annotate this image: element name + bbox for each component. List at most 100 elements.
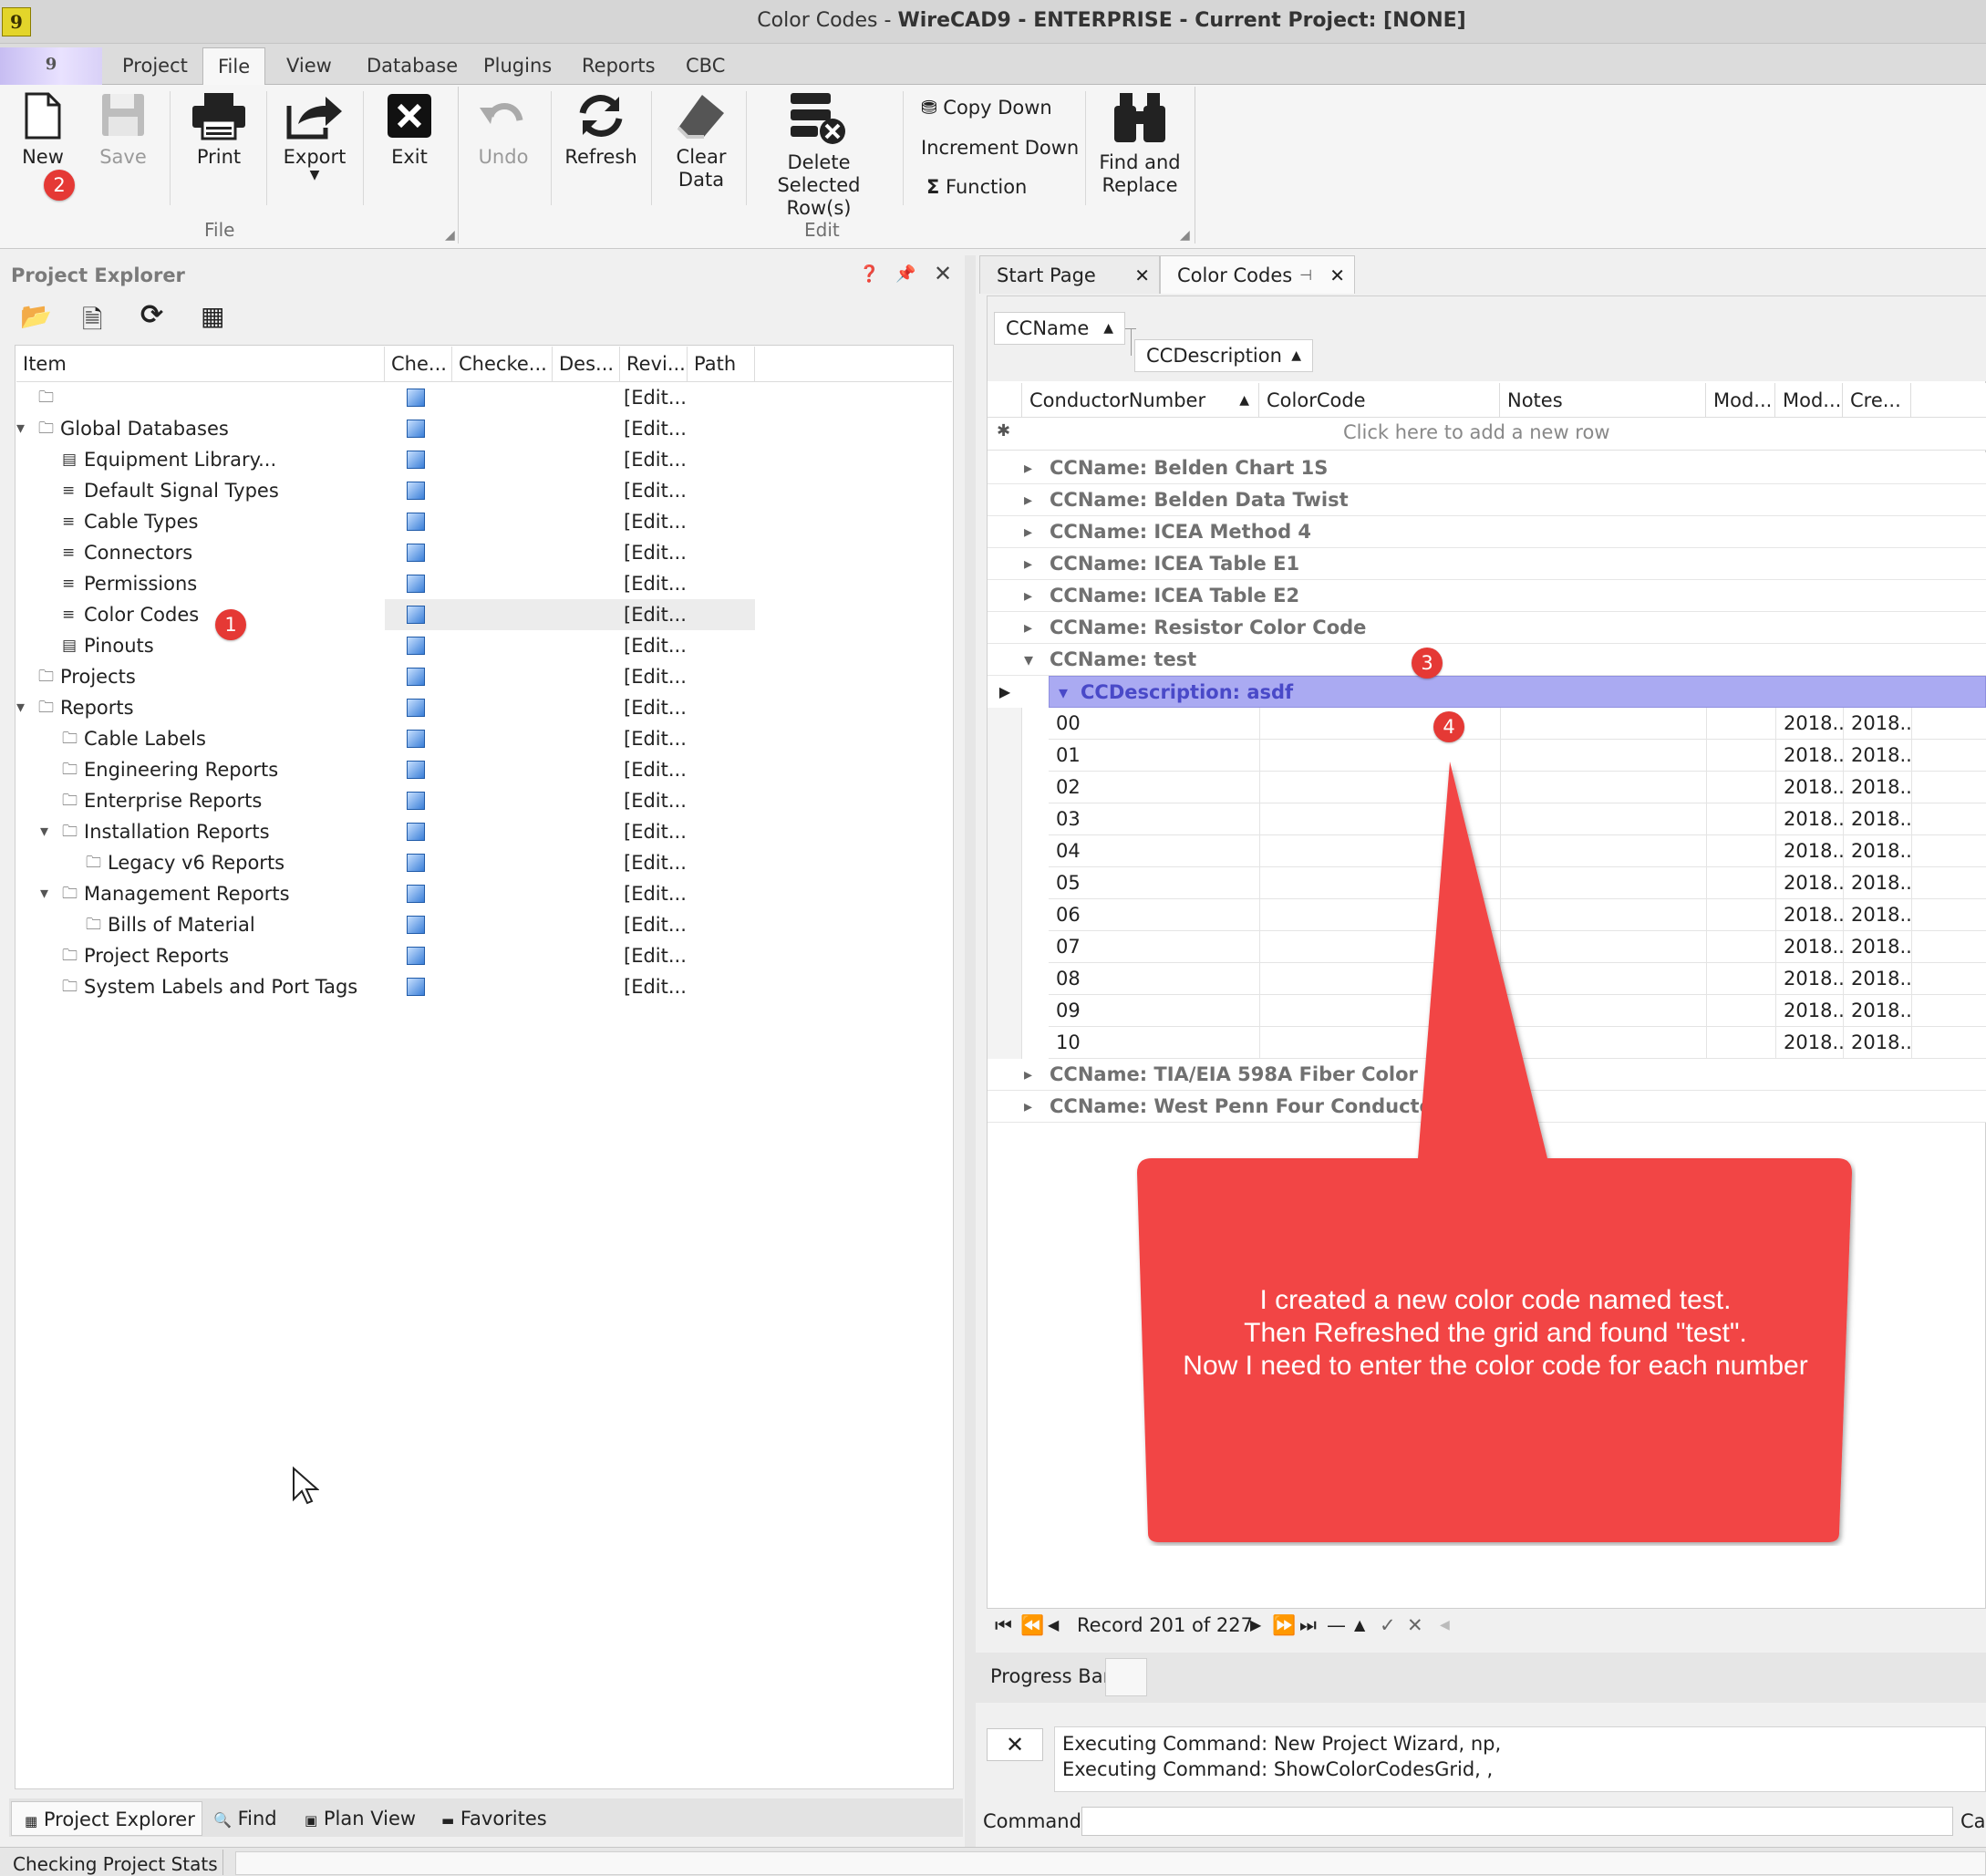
- checked-out-checkbox[interactable]: [407, 482, 425, 500]
- file-group-launcher-icon[interactable]: ◢: [445, 228, 455, 243]
- expand-group-icon[interactable]: ▸: [1024, 548, 1032, 580]
- refresh-button[interactable]: Refresh: [560, 91, 642, 169]
- command-call-button[interactable]: Cal: [1960, 1810, 1986, 1832]
- checked-out-checkbox[interactable]: [407, 513, 425, 531]
- checked-out-checkbox[interactable]: [407, 637, 425, 655]
- group-row[interactable]: ▸ CCName: Belden Data Twist: [988, 484, 1986, 516]
- nav-prev-icon[interactable]: ◀: [1048, 1607, 1059, 1643]
- exit-button[interactable]: Exit: [378, 91, 441, 169]
- checked-out-checkbox[interactable]: [407, 575, 425, 593]
- tree-row[interactable]: 🗀 Engineering Reports [Edit...: [16, 754, 837, 785]
- group-chip-ccname[interactable]: CCName ▲: [994, 312, 1125, 345]
- revision-edit-link[interactable]: [Edit...: [624, 723, 687, 754]
- cell-modified-date[interactable]: 2018...: [1776, 708, 1844, 740]
- revision-edit-link[interactable]: [Edit...: [624, 692, 687, 723]
- copy-down-button[interactable]: ⛃ Copy Down: [921, 97, 1052, 119]
- revision-edit-link[interactable]: [Edit...: [624, 661, 687, 692]
- tab-plugins[interactable]: Plugins: [469, 47, 566, 86]
- grid-data-row[interactable]: 00 2018...2018...: [1049, 708, 1986, 740]
- revision-edit-link[interactable]: [Edit...: [624, 816, 687, 847]
- collapse-group-icon[interactable]: ▾: [1024, 644, 1033, 676]
- revision-edit-link[interactable]: [Edit...: [624, 568, 687, 599]
- edit-group-launcher-icon[interactable]: ◢: [1180, 228, 1190, 243]
- group-row[interactable]: ▸ CCName: ICEA Table E1: [988, 548, 1986, 580]
- tree-row[interactable]: 🗀 [Edit...: [16, 382, 837, 413]
- revision-edit-link[interactable]: [Edit...: [624, 940, 687, 971]
- checked-out-checkbox[interactable]: [407, 823, 425, 841]
- tab-pin-icon[interactable]: ⊣: [1299, 256, 1312, 295]
- revision-edit-link[interactable]: [Edit...: [624, 413, 687, 444]
- tree-row[interactable]: 🗀 Enterprise Reports [Edit...: [16, 785, 837, 816]
- tree-row[interactable]: 🗀 Legacy v6 Reports [Edit...: [16, 847, 837, 878]
- splitter[interactable]: [965, 255, 976, 1847]
- tree-row[interactable]: 🗀 Project Reports [Edit...: [16, 940, 837, 971]
- expand-group-icon[interactable]: ▸: [1024, 484, 1032, 516]
- tab-start-page[interactable]: Start Page ✕: [979, 255, 1160, 294]
- col-header-path[interactable]: Path: [688, 347, 755, 381]
- tab-database[interactable]: Database: [352, 47, 472, 86]
- tree-row[interactable]: 🗀 System Labels and Port Tags [Edit...: [16, 971, 837, 1002]
- cell-color-code[interactable]: [1260, 708, 1501, 740]
- nav-prev-page-icon[interactable]: ⏪: [1020, 1607, 1044, 1643]
- tree-row[interactable]: ≡ Cable Types [Edit...: [16, 506, 837, 537]
- checked-out-checkbox[interactable]: [407, 885, 425, 903]
- tab-reports[interactable]: Reports: [567, 47, 670, 86]
- expand-group-icon[interactable]: ▸: [1024, 516, 1032, 548]
- tree-row[interactable]: ▤ Equipment Library... [Edit...: [16, 444, 837, 475]
- tab-cbc[interactable]: CBC: [671, 47, 740, 86]
- revision-edit-link[interactable]: [Edit...: [624, 599, 687, 630]
- col-header-item[interactable]: Item: [16, 347, 385, 381]
- export-button[interactable]: Export ▼: [274, 91, 356, 181]
- command-input[interactable]: [1081, 1807, 1953, 1836]
- group-row[interactable]: ▾ CCDescription: asdf: [1049, 676, 1986, 708]
- col-header-conductor-number[interactable]: ConductorNumber ▲: [1022, 383, 1259, 418]
- checked-out-checkbox[interactable]: [407, 451, 425, 469]
- expand-group-icon[interactable]: ▸: [1024, 1091, 1032, 1123]
- help-icon[interactable]: ❓: [859, 264, 879, 284]
- expand-toggle-icon[interactable]: ▾: [16, 413, 25, 444]
- revision-edit-link[interactable]: [Edit...: [624, 475, 687, 506]
- tab-favorites[interactable]: ▬ Favorites: [441, 1801, 547, 1836]
- import-icon[interactable]: 🗎: [82, 301, 103, 345]
- nav-next-page-icon[interactable]: ⏩: [1272, 1607, 1296, 1643]
- group-row[interactable]: ▸ CCName: Belden Chart 1S: [988, 452, 1986, 484]
- nav-accept-icon[interactable]: ✓: [1380, 1607, 1396, 1643]
- tab-view[interactable]: View: [272, 47, 347, 86]
- tab-file[interactable]: File: [202, 47, 266, 86]
- checked-out-checkbox[interactable]: [407, 544, 425, 562]
- tab-project[interactable]: Project: [108, 47, 202, 86]
- checked-out-checkbox[interactable]: [407, 730, 425, 748]
- tree-row[interactable]: ≡ Color Codes [Edit...: [16, 599, 837, 630]
- nav-next-icon[interactable]: ▶: [1250, 1607, 1261, 1643]
- nav-delete-icon[interactable]: —: [1327, 1607, 1346, 1643]
- expand-toggle-icon[interactable]: ▾: [40, 878, 48, 909]
- revision-edit-link[interactable]: [Edit...: [624, 506, 687, 537]
- increment-down-button[interactable]: Increment Down: [921, 137, 1079, 159]
- checked-out-checkbox[interactable]: [407, 606, 425, 624]
- expand-group-icon[interactable]: ▸: [1024, 452, 1032, 484]
- checked-out-checkbox[interactable]: [407, 947, 425, 965]
- checked-out-checkbox[interactable]: [407, 916, 425, 934]
- tree-row[interactable]: ≡ Permissions [Edit...: [16, 568, 837, 599]
- tree-row[interactable]: ≡ Default Signal Types [Edit...: [16, 475, 837, 506]
- tree-row[interactable]: ▾ 🗀 Global Databases [Edit...: [16, 413, 837, 444]
- checked-out-checkbox[interactable]: [407, 978, 425, 996]
- tree-row[interactable]: 🗀 Bills of Material [Edit...: [16, 909, 837, 940]
- cell-modified-by[interactable]: [1707, 708, 1776, 740]
- col-header-color-code[interactable]: ColorCode: [1259, 383, 1500, 418]
- checked-out-checkbox[interactable]: [407, 389, 425, 407]
- checked-out-checkbox[interactable]: [407, 761, 425, 779]
- checked-out-checkbox[interactable]: [407, 854, 425, 872]
- nav-last-icon[interactable]: ⏭: [1299, 1607, 1317, 1643]
- revision-edit-link[interactable]: [Edit...: [624, 630, 687, 661]
- col-header-checked[interactable]: Che...: [385, 347, 452, 381]
- revision-edit-link[interactable]: [Edit...: [624, 878, 687, 909]
- new-button[interactable]: New: [13, 91, 73, 169]
- cell-conductor-number[interactable]: 00: [1049, 708, 1260, 740]
- revision-edit-link[interactable]: [Edit...: [624, 754, 687, 785]
- revision-edit-link[interactable]: [Edit...: [624, 909, 687, 940]
- tree-row[interactable]: ≡ Connectors [Edit...: [16, 537, 837, 568]
- save-button[interactable]: Save: [91, 91, 155, 169]
- tab-find[interactable]: 🔍 Find: [213, 1801, 277, 1836]
- tree-row[interactable]: 🗀 Cable Labels [Edit...: [16, 723, 837, 754]
